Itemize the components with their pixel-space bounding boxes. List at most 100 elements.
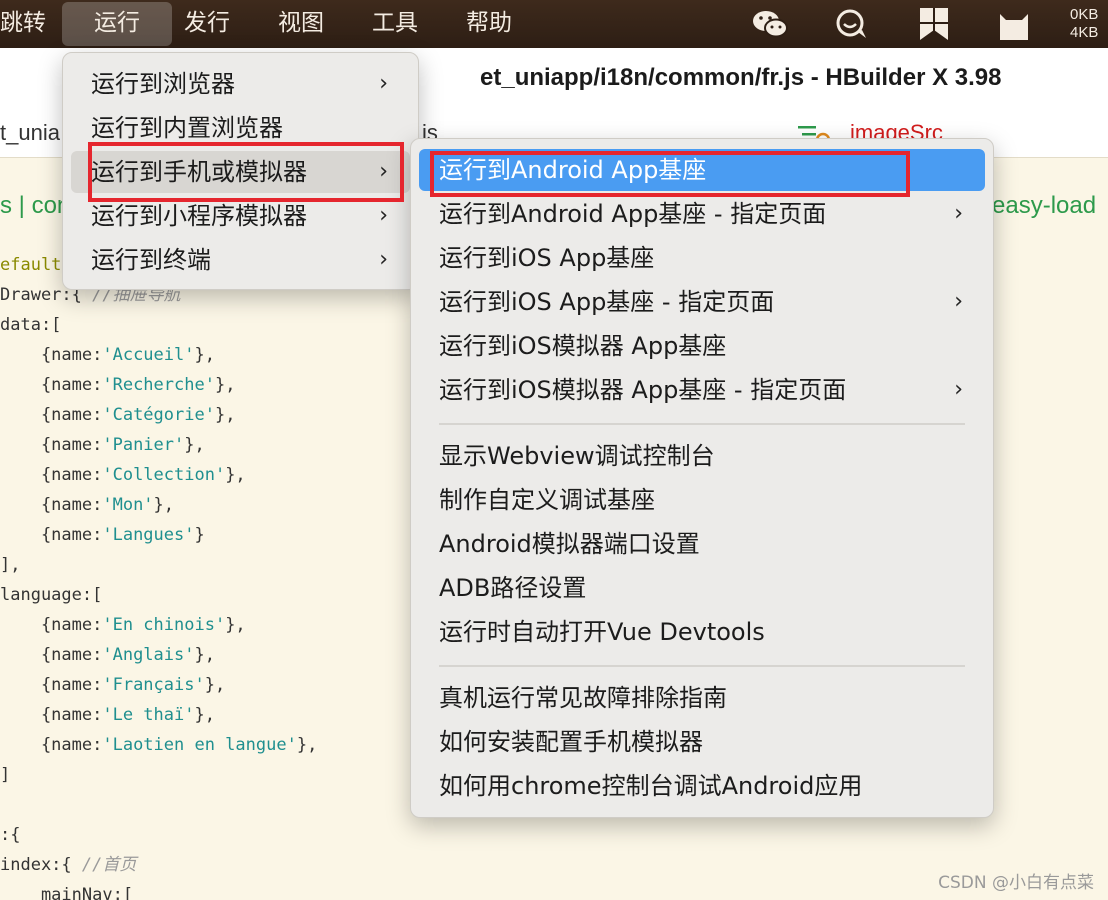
troubleshooting-guide[interactable]: 真机运行常见故障排除指南: [419, 677, 985, 719]
run-ios-base-label: 运行到iOS App基座: [439, 244, 655, 272]
show-webview-console-label: 显示Webview调试控制台: [439, 442, 715, 470]
code-text: efault: [0, 255, 62, 275]
code-text: {name:: [0, 705, 103, 725]
code-string: 'Catégorie': [102, 405, 215, 425]
code-line: {name:'Français'},: [0, 670, 225, 700]
code-text: data:[: [0, 315, 62, 335]
code-text: {name:: [0, 525, 103, 545]
network-speed: 0KB 4KB: [1070, 6, 1108, 42]
code-line: ]: [0, 760, 10, 790]
code-line: :{: [0, 820, 20, 850]
run-android-base-page[interactable]: 运行到Android App基座 - 指定页面 ›: [419, 193, 985, 235]
android-emulator-port[interactable]: Android模拟器端口设置: [419, 523, 985, 565]
editor-tab-partial[interactable]: t_unia: [0, 120, 60, 146]
adb-path-settings[interactable]: ADB路径设置: [419, 567, 985, 609]
code-text: },: [225, 465, 246, 485]
run-ios-sim-base-label: 运行到iOS模拟器 App基座: [439, 332, 727, 360]
code-text: {name:: [0, 615, 103, 635]
run-to-browser[interactable]: 运行到浏览器 ›: [71, 63, 410, 105]
code-string: 'Accueil': [102, 345, 195, 365]
chevron-right-icon: ›: [379, 71, 388, 96]
bookmark-grid-icon[interactable]: [914, 6, 954, 42]
show-webview-console[interactable]: 显示Webview调试控制台: [419, 435, 985, 477]
code-text: {name:: [0, 405, 103, 425]
annotation-box-phone-menu: [88, 142, 404, 202]
wechat-icon[interactable]: [750, 6, 790, 42]
menu-bar: 跳转 运行 发行 视图 工具 帮助 0KB 4KB: [0, 0, 1108, 48]
chrome-debug-guide[interactable]: 如何用chrome控制台调试Android应用: [419, 765, 985, 807]
run-to-browser-label: 运行到浏览器: [91, 70, 235, 98]
code-line: {name:'Panier'},: [0, 430, 205, 460]
code-line: data:[: [0, 310, 61, 340]
code-text: ],: [0, 555, 21, 575]
code-text: },: [194, 705, 215, 725]
code-text: },: [214, 375, 236, 395]
android-emulator-port-label: Android模拟器端口设置: [439, 530, 700, 558]
chevron-right-icon: ›: [379, 247, 388, 272]
code-line: {name:'Anglais'},: [0, 640, 215, 670]
run-ios-base[interactable]: 运行到iOS App基座: [419, 237, 985, 279]
cat-icon[interactable]: [994, 6, 1034, 42]
make-custom-base[interactable]: 制作自定义调试基座: [419, 479, 985, 521]
code-text: {name:: [0, 435, 103, 455]
code-line: {name:'Collection'},: [0, 460, 246, 490]
window-title: et_uniapp/i18n/common/fr.js - HBuilder X…: [480, 64, 1002, 91]
code-line: {name:'Mon'},: [0, 490, 174, 520]
run-to-terminal-label: 运行到终端: [91, 246, 211, 274]
code-text: {name:: [0, 495, 103, 515]
code-text: {name:: [0, 675, 103, 695]
run-ios-sim-base-page[interactable]: 运行到iOS模拟器 App基座 - 指定页面 ›: [419, 369, 985, 411]
code-text: {name:: [0, 345, 103, 365]
code-text: index:{: [0, 855, 82, 875]
chevron-right-icon: ›: [954, 377, 963, 402]
menu-jump[interactable]: 跳转: [0, 0, 46, 48]
run-to-terminal[interactable]: 运行到终端 ›: [71, 239, 410, 281]
chrome-debug-guide-label: 如何用chrome控制台调试Android应用: [439, 772, 863, 800]
code-line: efault: [0, 250, 61, 280]
menu-view[interactable]: 视图: [278, 0, 324, 48]
menu-publish[interactable]: 发行: [184, 0, 230, 48]
code-text: },: [194, 645, 215, 665]
run-ios-sim-base-page-label: 运行到iOS模拟器 App基座 - 指定页面: [439, 376, 847, 404]
code-text: },: [184, 435, 205, 455]
chevron-right-icon: ›: [954, 289, 963, 314]
code-string: 'Laotien en langue': [102, 735, 297, 755]
code-comment: //首页: [81, 855, 137, 875]
adb-path-settings-label: ADB路径设置: [439, 574, 587, 602]
breadcrumb-right[interactable]: easy-load: [992, 192, 1096, 220]
code-string: 'Panier': [102, 435, 185, 455]
net-up: 0KB: [1070, 6, 1099, 23]
auto-open-vue-devtools[interactable]: 运行时自动打开Vue Devtools: [419, 611, 985, 653]
code-text: ]: [0, 765, 11, 785]
emulator-setup-guide-label: 如何安装配置手机模拟器: [439, 728, 703, 756]
code-string: 'Collection': [102, 465, 226, 485]
menu-run[interactable]: 运行: [62, 2, 172, 46]
auto-open-vue-devtools-label: 运行时自动打开Vue Devtools: [439, 618, 765, 646]
code-line: {name:'Le thaï'},: [0, 700, 215, 730]
code-line: {name:'Laotien en langue'},: [0, 730, 317, 760]
code-line: {name:'En chinois'},: [0, 610, 246, 640]
menu-help[interactable]: 帮助: [466, 0, 512, 48]
breadcrumb[interactable]: s | con: [0, 192, 70, 220]
emulator-setup-guide[interactable]: 如何安装配置手机模拟器: [419, 721, 985, 763]
code-text: {name:: [0, 465, 103, 485]
run-ios-base-page[interactable]: 运行到iOS App基座 - 指定页面 ›: [419, 281, 985, 323]
run-ios-sim-base[interactable]: 运行到iOS模拟器 App基座: [419, 325, 985, 367]
code-text: },: [153, 495, 175, 515]
menu-tools[interactable]: 工具: [372, 0, 418, 48]
menu-separator: [439, 423, 965, 425]
code-text: },: [214, 405, 236, 425]
code-line: language:[: [0, 580, 102, 610]
code-text: }: [194, 525, 205, 545]
code-string: 'Le thaï': [102, 705, 195, 725]
code-line: {name:'Langues'}: [0, 520, 205, 550]
code-string: 'Mon': [102, 495, 154, 515]
annotation-box-android-base: [430, 151, 910, 197]
code-text: :{: [0, 825, 21, 845]
code-line: {name:'Catégorie'},: [0, 400, 236, 430]
code-text: {name:: [0, 645, 103, 665]
run-android-base-page-label: 运行到Android App基座 - 指定页面: [439, 200, 827, 228]
chat-bubble-icon[interactable]: [832, 6, 872, 42]
menu-separator: [439, 665, 965, 667]
watermark: CSDN @小白有点菜: [938, 873, 1094, 893]
